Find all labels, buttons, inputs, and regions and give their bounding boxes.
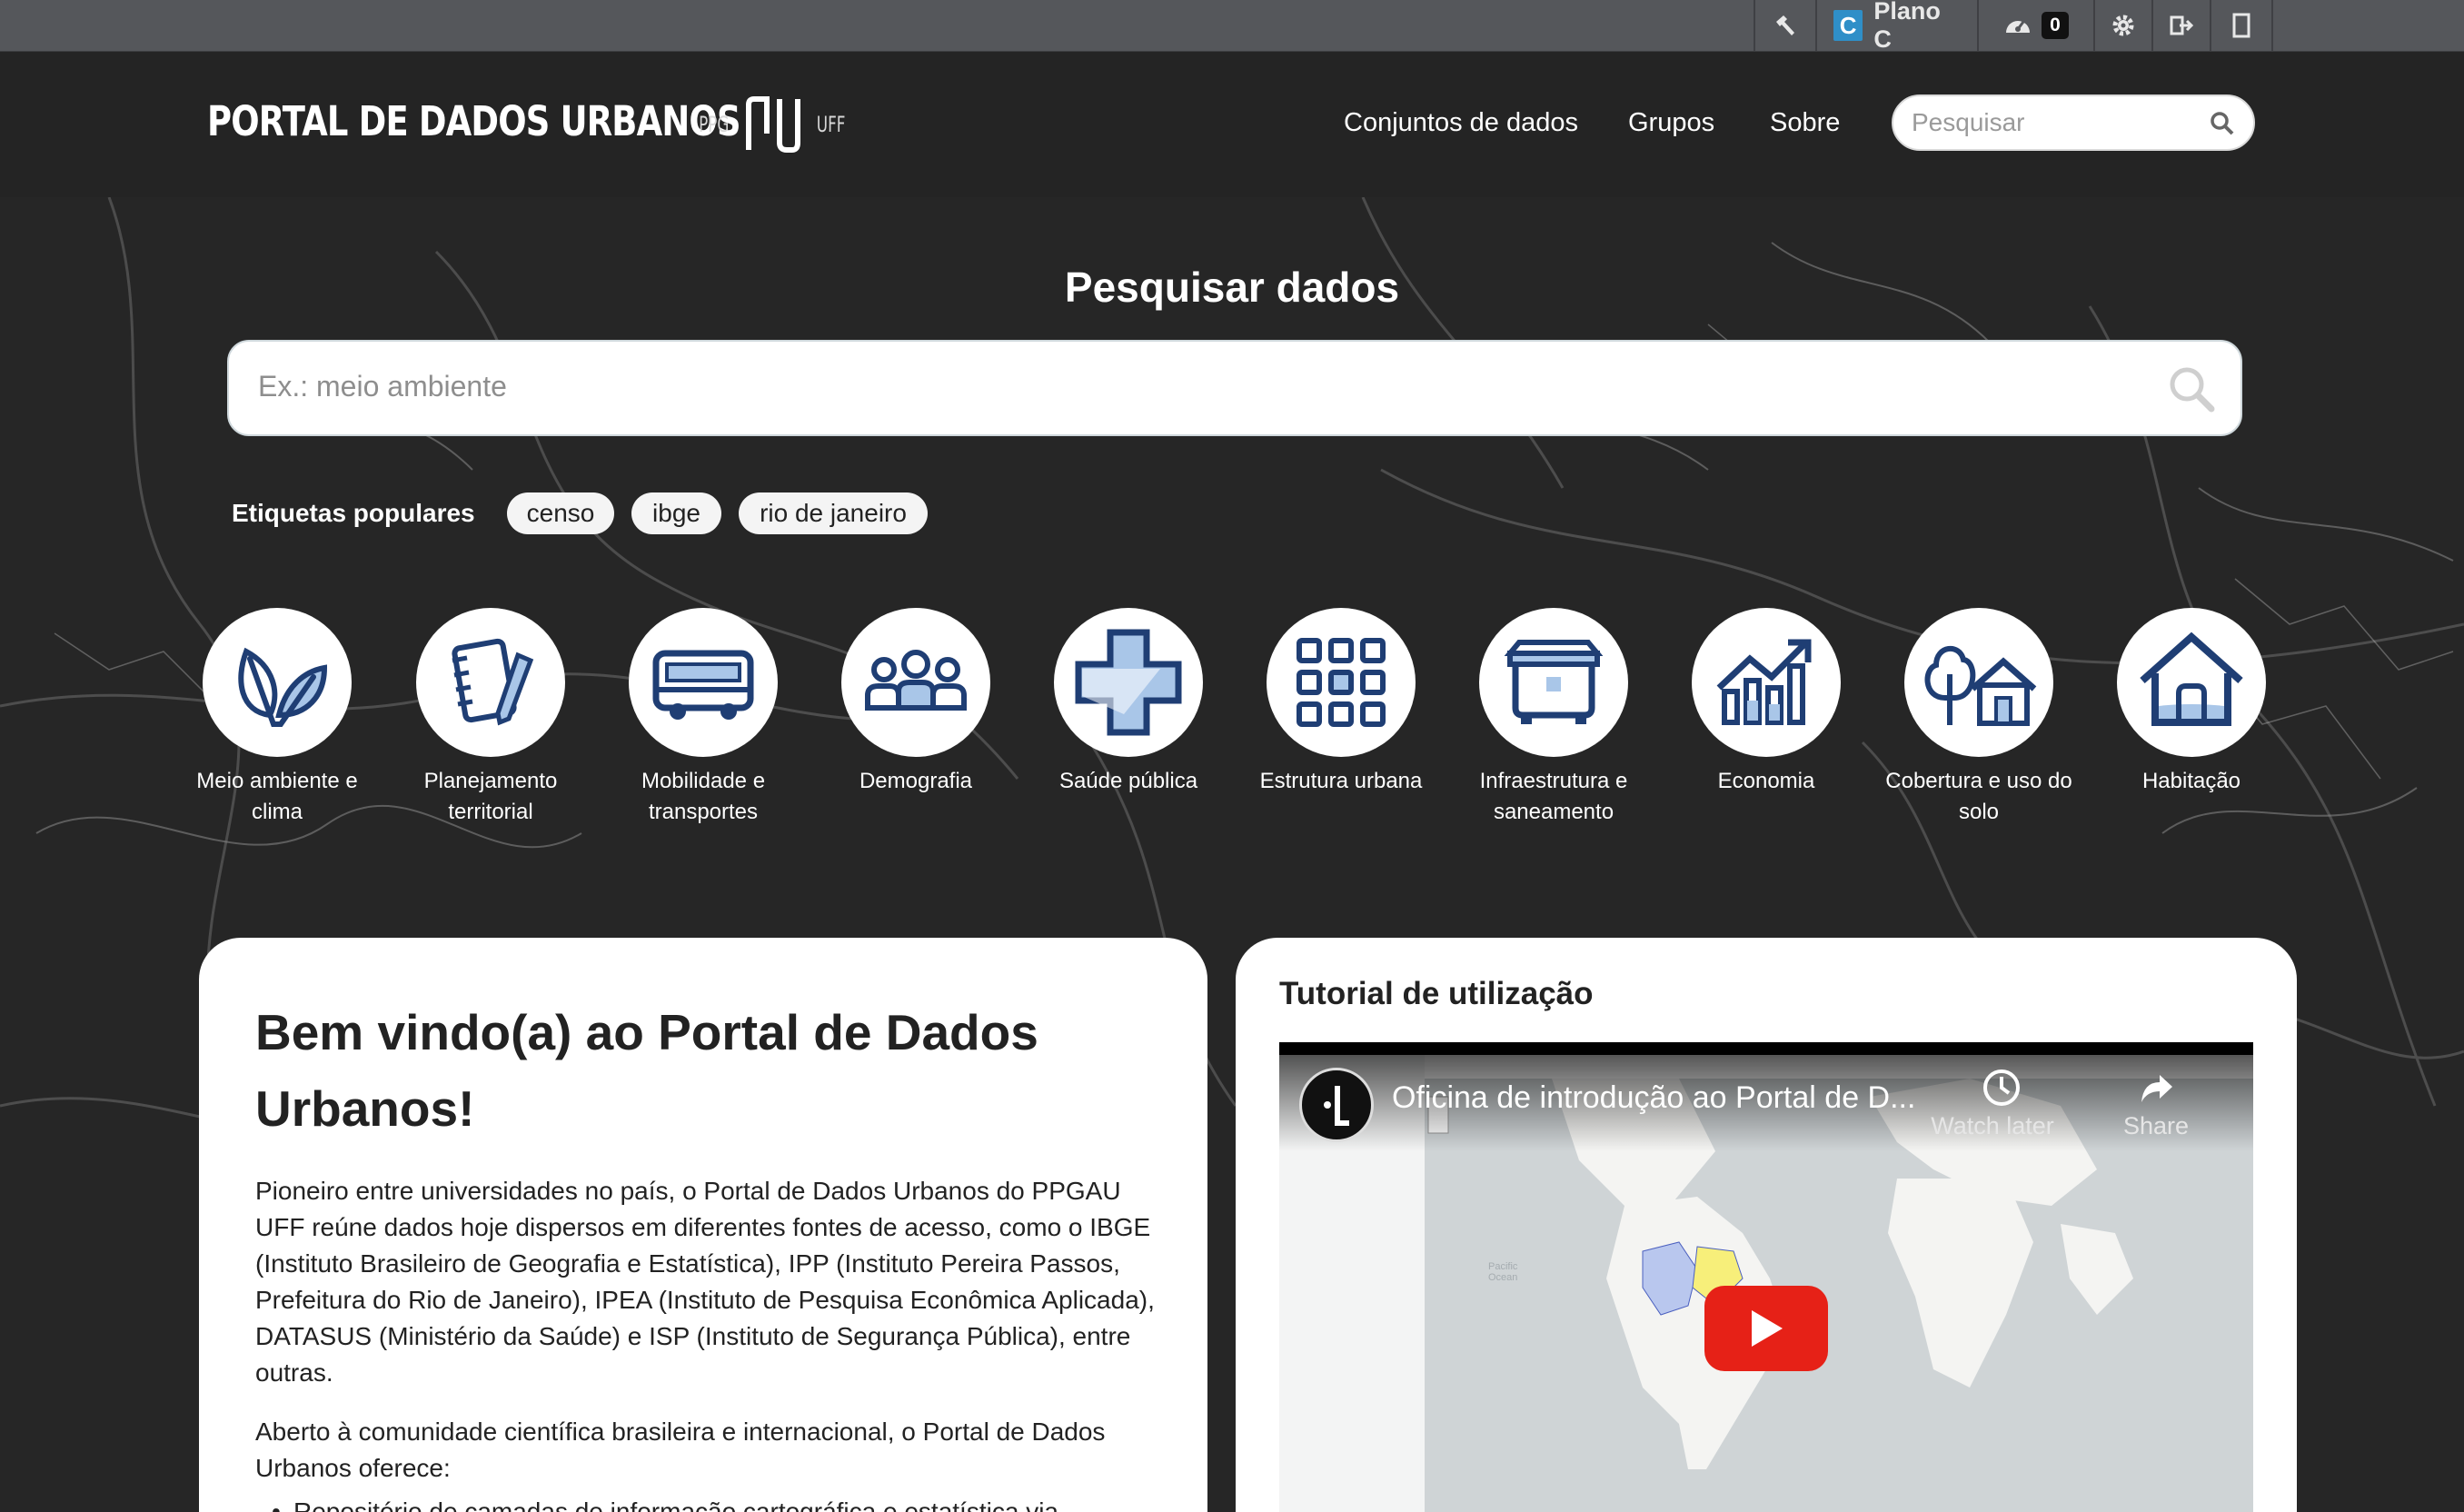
category-saude[interactable]: Saúde pública: [1019, 608, 1237, 797]
category-planejamento[interactable]: Planejamento territorial: [382, 608, 600, 828]
user-avatar: C: [1833, 10, 1863, 41]
people-icon: [865, 650, 967, 711]
logo-ppg: PPG: [699, 112, 730, 137]
user-name: Plano C: [1873, 0, 1941, 53]
logout-icon[interactable]: [2151, 0, 2210, 51]
text-line: (Instituto Brasileiro de Geografia e Est…: [255, 1249, 1120, 1278]
tag-pill[interactable]: rio de janeiro: [739, 492, 928, 534]
play-button[interactable]: [1704, 1286, 1828, 1371]
tag-pill[interactable]: censo: [507, 492, 614, 534]
watch-later-label: Watch later: [1931, 1112, 2054, 1139]
bullet-icon: •: [272, 1497, 281, 1512]
clock-icon: [1983, 1069, 2020, 1106]
play-icon: [1752, 1310, 1783, 1347]
category-label: Economia: [1717, 769, 1815, 793]
welcome-title-line: Urbanos!: [255, 1080, 475, 1137]
dashboard-gauge-icon: [2006, 21, 2031, 33]
tutorial-card: Tutorial de utilização Pacific Ocean Ofi…: [1236, 938, 2297, 1512]
site-brand[interactable]: PORTAL DE DADOS URBANOS: [207, 97, 741, 145]
category-estrutura-urbana[interactable]: Estrutura urbana: [1232, 608, 1450, 797]
dumpster-icon: [1504, 640, 1604, 724]
text-line: Aberto à comunidade científica brasileir…: [255, 1418, 1106, 1446]
tag-pill[interactable]: ibge: [631, 492, 721, 534]
tree-house-icon: [1924, 645, 2037, 726]
category-mobilidade[interactable]: Mobilidade e transportes: [594, 608, 812, 828]
growth-chart-icon: [1716, 639, 1812, 725]
category-demografia[interactable]: Demografia: [807, 608, 1025, 797]
share-arrow-icon: [2141, 1075, 2172, 1102]
category-label: Habitação: [2141, 769, 2241, 793]
ppgau-uff-logo[interactable]: PPG UFF: [692, 95, 851, 154]
video-title[interactable]: Oficina de introdução ao Portal de D...: [1392, 1080, 1915, 1116]
logo-uff: UFF: [816, 112, 845, 137]
share-label: Share: [2122, 1112, 2190, 1139]
nav-about[interactable]: Sobre: [1770, 108, 1840, 138]
account-bar: C Plano C 0: [0, 0, 2464, 53]
category-label: Mobilidade e: [641, 769, 766, 793]
au-logo-mark-icon: [745, 96, 800, 153]
svg-text:Pacific: Pacific: [1488, 1261, 1518, 1272]
category-label: solo: [1958, 800, 2000, 824]
welcome-paragraph-1: Pioneiro entre universidades no país, o …: [255, 1173, 1164, 1391]
welcome-title: Bem vindo(a) ao Portal de Dados Urbanos!: [255, 994, 1164, 1147]
text-line: DATASUS (Ministério da Saúde) e ISP (Ins…: [255, 1322, 1131, 1350]
category-label: transportes: [648, 800, 759, 824]
category-meio-ambiente[interactable]: Meio ambiente e clima: [168, 608, 386, 828]
text-line: outras.: [255, 1358, 333, 1387]
category-label: saneamento: [1493, 800, 1615, 824]
search-icon[interactable]: [2166, 363, 2217, 414]
category-label: Planejamento: [423, 769, 558, 793]
masthead: PORTAL DE DADOS URBANOS PPG UFF Conjunto…: [0, 52, 2464, 197]
category-label: clima: [251, 800, 303, 824]
category-economia[interactable]: Economia: [1657, 608, 1875, 797]
dashboard-button[interactable]: 0: [1977, 0, 2093, 51]
welcome-paragraph-2: Aberto à comunidade científica brasileir…: [255, 1414, 1164, 1487]
user-menu[interactable]: C Plano C: [1815, 0, 1977, 53]
welcome-title-line: Bem vindo(a) ao Portal de Dados: [255, 1004, 1038, 1060]
mobile-view-icon[interactable]: [2210, 0, 2273, 51]
activity-count-badge: 0: [2042, 12, 2069, 39]
house-icon: [2140, 632, 2243, 726]
main-search-input[interactable]: [256, 369, 2122, 404]
youtube-video-player[interactable]: Pacific Ocean Oficina de introdução ao P…: [1279, 1042, 2253, 1512]
category-label: Estrutura urbana: [1259, 769, 1423, 793]
tutorial-title: Tutorial de utilização: [1279, 976, 1594, 1011]
category-label: Demografia: [859, 769, 973, 793]
search-icon[interactable]: [2210, 111, 2235, 136]
list-item-text: Repositório de camadas de informação car…: [293, 1497, 1058, 1512]
category-label: Meio ambiente e: [196, 769, 358, 793]
category-cobertura-uso-solo[interactable]: Cobertura e uso do solo: [1870, 608, 2088, 828]
grid-icon: [1297, 638, 1386, 727]
category-label: Infraestrutura e: [1479, 769, 1628, 793]
text-line: UFF reúne dados hoje dispersos em difere…: [255, 1213, 1151, 1241]
nav-datasets[interactable]: Conjuntos de dados: [1344, 108, 1578, 138]
popular-tags-label: Etiquetas populares: [232, 499, 475, 527]
sysadmin-hammer-icon[interactable]: [1754, 0, 1815, 51]
category-label: Cobertura e uso do: [1885, 769, 2072, 793]
nav-groups[interactable]: Grupos: [1628, 108, 1714, 138]
list-item: • Repositório de camadas de informação c…: [272, 1494, 1111, 1512]
notebook-pencil-icon: [452, 638, 534, 726]
header-search: [1892, 94, 2255, 151]
text-line: Prefeitura do Rio de Janeiro), IPEA (Ins…: [255, 1286, 1155, 1314]
header-search-input[interactable]: [1893, 107, 2204, 138]
watch-later-button[interactable]: Watch later: [1931, 1068, 2056, 1140]
hero-section: Pesquisar dados Etiquetas populares cens…: [0, 197, 2464, 1512]
category-label: Saúde pública: [1058, 769, 1198, 793]
welcome-card: Bem vindo(a) ao Portal de Dados Urbanos!…: [199, 938, 1207, 1512]
svg-text:Ocean: Ocean: [1488, 1272, 1517, 1283]
main-search: [227, 340, 2242, 436]
share-button[interactable]: Share: [2115, 1068, 2197, 1140]
text-line: Urbanos oferece:: [255, 1454, 451, 1482]
category-label: territorial: [448, 800, 533, 824]
channel-avatar-icon[interactable]: [1299, 1068, 1374, 1142]
leaves-icon: [238, 647, 328, 727]
category-habitacao[interactable]: Habitação: [2082, 608, 2300, 797]
bus-icon: [652, 650, 754, 720]
category-infraestrutura[interactable]: Infraestrutura e saneamento: [1445, 608, 1663, 828]
hero-title: Pesquisar dados: [1064, 264, 1400, 311]
text-line: Pioneiro entre universidades no país, o …: [255, 1177, 1121, 1205]
settings-gear-icon[interactable]: [2093, 0, 2151, 51]
health-cross-icon: [1075, 629, 1182, 736]
